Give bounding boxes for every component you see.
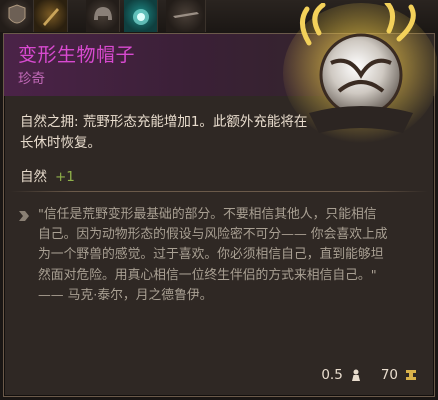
amulet-icon <box>133 9 149 25</box>
item-footer: 0.5 70 <box>321 366 418 384</box>
ability-boost: 自然 +1 <box>20 165 75 185</box>
inventory-slot-4[interactable] <box>124 0 158 32</box>
lore-paragraph: "信任是荒野变形最基础的部分。不要相信其他人，只能相信自己。因为动物形态的假设与… <box>38 207 388 303</box>
item-title: 变形生物帽子 <box>18 44 136 66</box>
weight-icon <box>351 369 360 381</box>
weapon-icon <box>43 8 59 26</box>
item-portrait-image <box>283 3 437 143</box>
inventory-slot-2[interactable] <box>34 0 68 32</box>
inventory-slot-3[interactable] <box>86 0 120 32</box>
item-description: 自然之拥: 荒野形态充能增加1。此额外充能将在长休时恢复。 <box>20 114 308 151</box>
weapon-icon <box>173 12 199 18</box>
helmet-icon <box>94 7 112 20</box>
lore-text: "信任是荒野变形最基础的部分。不要相信其他人，只能相信自己。因为动物形态的假设与… <box>38 205 388 306</box>
armor-icon <box>8 4 26 24</box>
boost-value: +1 <box>55 169 75 185</box>
weight-value: 0.5 <box>321 367 343 383</box>
inventory-slot-1[interactable] <box>0 0 34 32</box>
quote-marker-icon <box>19 211 29 221</box>
boost-name: 自然 <box>20 169 47 185</box>
divider <box>10 191 428 192</box>
inventory-slot-5[interactable] <box>166 0 206 32</box>
item-rarity: 珍奇 <box>18 71 45 87</box>
gold-coin-icon <box>406 370 416 380</box>
gold-value: 70 <box>380 367 398 383</box>
